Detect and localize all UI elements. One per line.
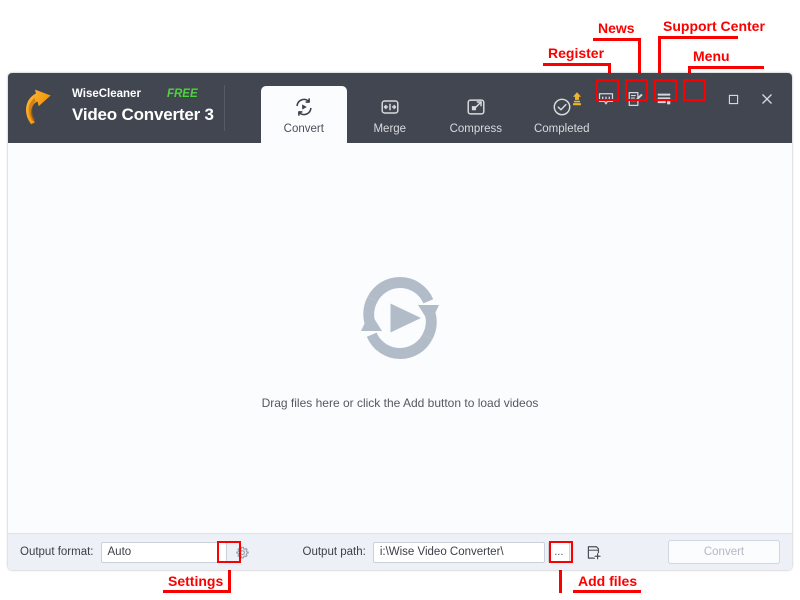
convert-icon [293,95,315,119]
tab-convert[interactable]: Convert [260,86,347,143]
annotation-line-register-underline [543,63,611,66]
annotation-line-news-underline [593,38,641,41]
compress-icon [465,95,487,119]
brand-divider [223,85,225,131]
add-files-button[interactable] [582,540,606,564]
application-window: WiseCleaner FREE Video Converter 3 Conve… [8,73,792,570]
output-path-input[interactable]: i:\Wise Video Converter\ [372,541,545,563]
brand-name: WiseCleaner [72,88,141,101]
drop-zone-hint: Drag files here or click the Add button … [261,395,539,410]
convert-placeholder-icon [344,267,456,374]
maximize-button[interactable] [716,87,750,111]
product-title: Video Converter 3 [72,104,214,124]
tab-convert-label: Convert [283,122,324,135]
tab-bar: Convert Merge Compress Completed [260,73,605,143]
tab-compress[interactable]: Compress [433,86,519,143]
annotation-label-register: Register [548,45,605,61]
news-icon[interactable] [595,88,617,110]
window-controls-group [566,87,792,111]
brand-text-block: WiseCleaner FREE Video Converter 3 [72,89,214,127]
minimize-button[interactable] [682,87,716,111]
merge-icon [379,95,401,119]
annotation-line-support-underline [658,36,738,39]
close-button[interactable] [750,87,784,111]
brand-block: WiseCleaner FREE Video Converter 3 [8,73,225,143]
annotation-line-menu-underline [688,66,764,69]
convert-button[interactable]: Convert [668,540,780,564]
annotation-label-support-center: Support Center [663,18,765,34]
drop-zone[interactable]: Drag files here or click the Add button … [8,143,792,533]
annotation-label-add-files: Add files [578,573,638,589]
tab-merge-label: Merge [373,122,407,135]
output-path-label: Output path: [302,546,366,558]
tab-compress-label: Compress [449,122,502,135]
browse-path-button[interactable]: ... [547,541,570,563]
tab-merge[interactable]: Merge [347,86,433,143]
edition-badge: FREE [166,88,198,101]
support-center-icon[interactable] [624,88,646,110]
title-bar: WiseCleaner FREE Video Converter 3 Conve… [8,73,792,143]
output-format-label: Output format: [20,546,94,558]
settings-button[interactable] [231,540,255,564]
register-icon[interactable] [566,88,588,110]
annotation-line-addfiles-underline [573,590,641,593]
wisecleaner-logo-icon [20,88,64,128]
output-format-input[interactable]: Auto [100,541,227,563]
annotation-label-news: News [598,20,635,36]
annotation-label-settings: Settings [168,573,224,589]
bottom-toolbar: Output format: Auto Output path: i:\Wise… [8,533,792,570]
annotation-label-menu: Menu [693,48,730,64]
tab-completed-label: Completed [533,122,590,135]
menu-icon[interactable] [653,88,675,110]
annotation-line-settings-underline [163,590,231,593]
